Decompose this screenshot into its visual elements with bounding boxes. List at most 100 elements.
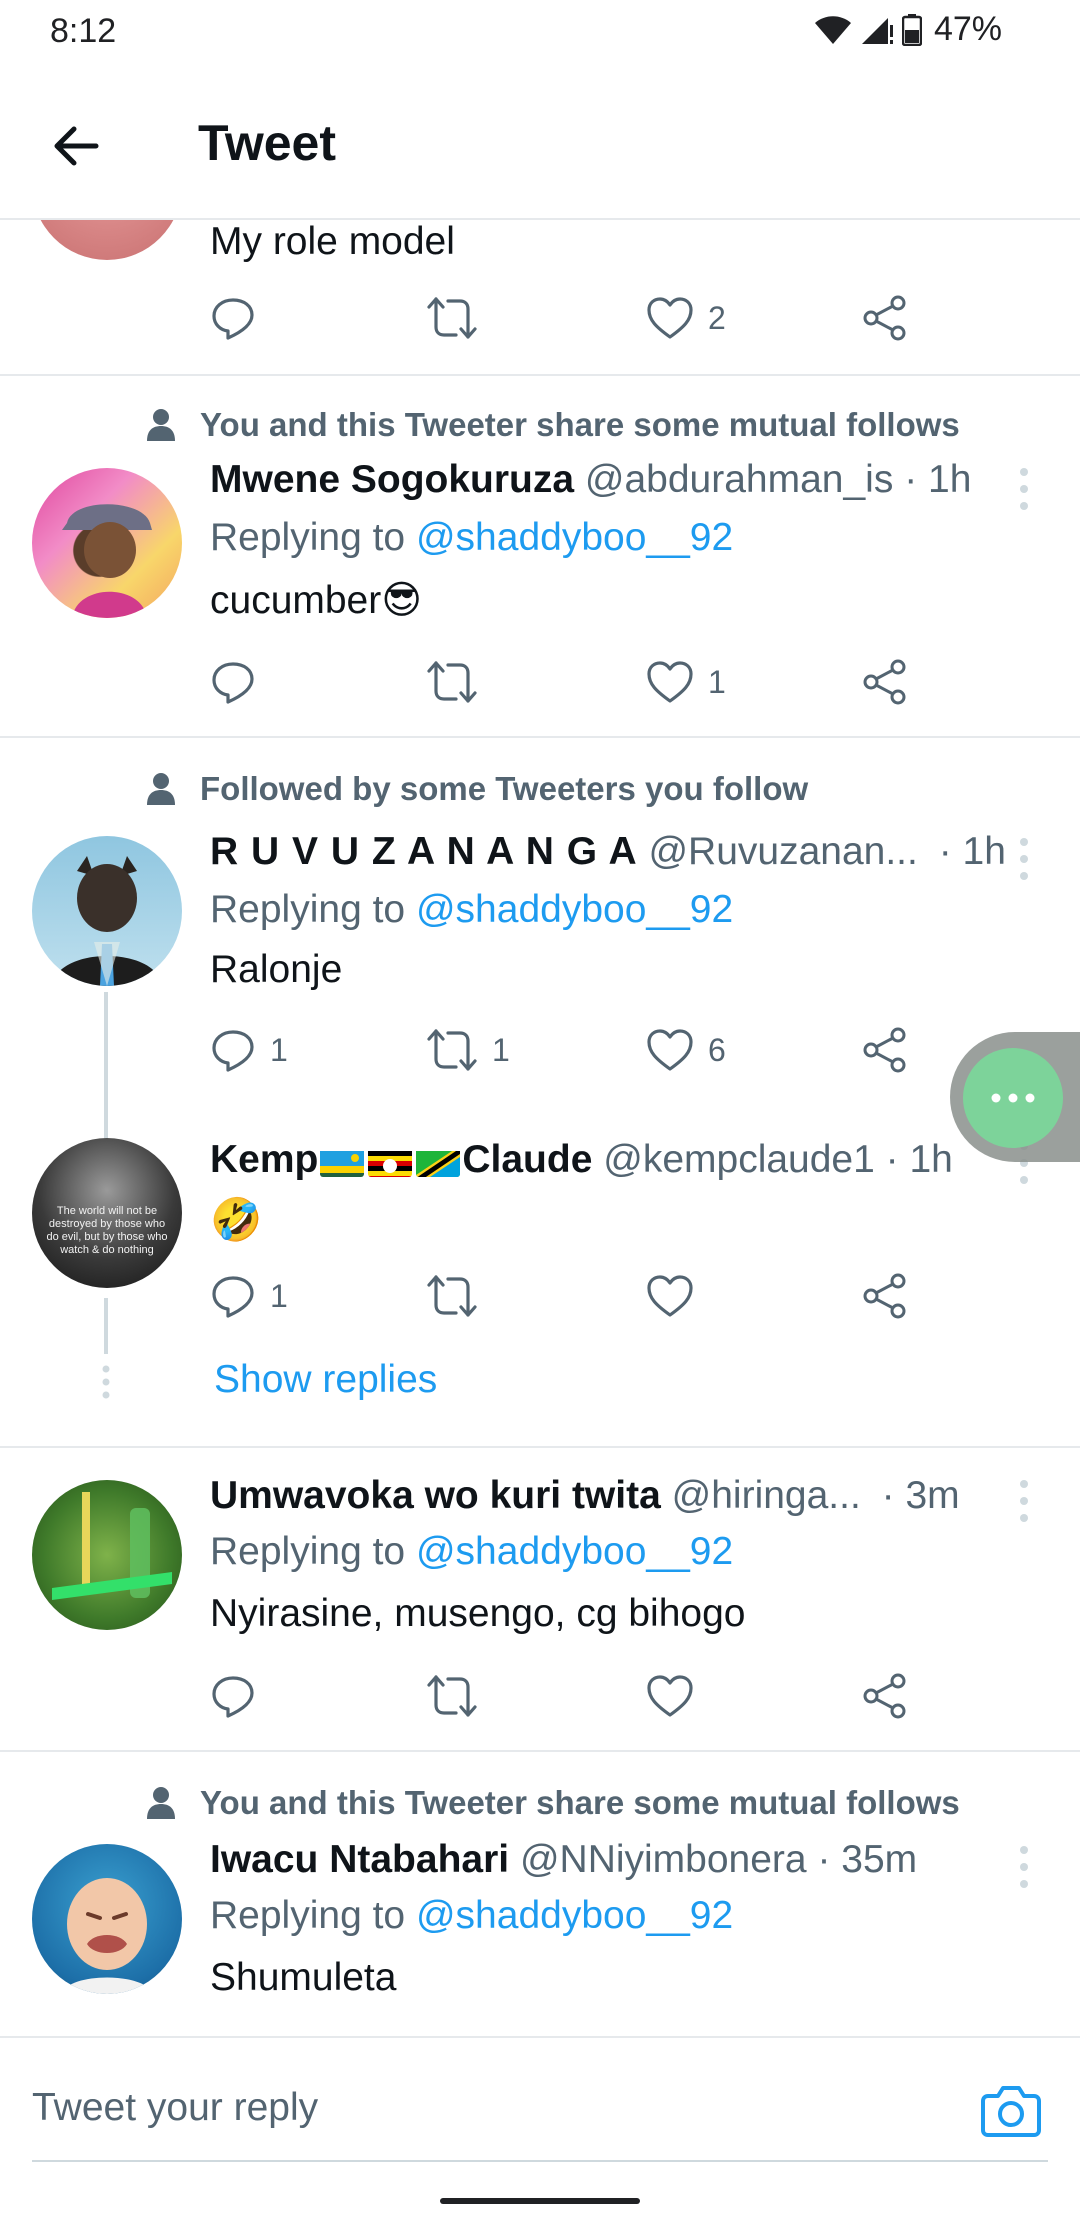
more-icon[interactable] [1012, 1842, 1036, 1892]
display-name[interactable]: Iwacu Ntabahari [210, 1838, 509, 1881]
show-replies-link[interactable]: Show replies [214, 1358, 437, 1402]
replying-prefix: Replying to [210, 1530, 406, 1573]
action-bar [0, 1666, 1080, 1726]
replying-prefix: Replying to [210, 1894, 406, 1937]
author-line: Mwene Sogokuruza @abdurahman_is · 1h [210, 458, 971, 502]
home-indicator[interactable] [440, 2198, 640, 2204]
avatar-quote: The world will not be destroyed by those… [46, 1205, 168, 1256]
retweet-icon [427, 661, 477, 703]
avatar[interactable] [32, 836, 182, 986]
tweet-text: Shumuleta [210, 1956, 397, 1999]
thread-dots-icon [102, 1365, 110, 1399]
retweet-count: 1 [492, 1031, 510, 1068]
cell-signal-icon [861, 17, 893, 44]
like-icon [647, 1275, 693, 1317]
display-name-part[interactable]: Kemp [210, 1138, 318, 1181]
input-underline [32, 2160, 1048, 2162]
handle[interactable]: @abdurahman_is [585, 458, 893, 501]
retweet-button[interactable] [426, 1266, 478, 1326]
avatar[interactable] [32, 220, 182, 260]
reply-button[interactable]: 1 [210, 1020, 288, 1080]
social-context: You and this Tweeter share some mutual f… [146, 406, 960, 444]
action-bar: 1 [0, 1266, 1080, 1326]
retweet-icon [427, 1275, 477, 1317]
retweet-button[interactable] [426, 288, 478, 348]
like-button[interactable] [646, 1266, 694, 1326]
divider [0, 1750, 1080, 1752]
retweet-icon [427, 297, 477, 339]
like-count: 6 [708, 1031, 726, 1068]
like-button[interactable]: 6 [646, 1020, 726, 1080]
status-bar: 8:12 47% [0, 0, 1080, 66]
status-time: 8:12 [50, 12, 117, 50]
battery-percent: 47% [933, 10, 1002, 48]
handle[interactable]: @NNiyimbonera [520, 1838, 807, 1881]
share-icon [863, 295, 906, 341]
wifi-icon [814, 15, 851, 44]
retweet-button[interactable] [426, 652, 478, 712]
reply-button[interactable] [210, 288, 256, 348]
display-name[interactable]: Umwavoka wo kuri twita [210, 1474, 661, 1517]
display-name-part[interactable]: Claude [462, 1138, 592, 1181]
like-button[interactable]: 2 [646, 288, 726, 348]
handle[interactable]: @kempclaude1 [603, 1138, 875, 1181]
share-button[interactable] [862, 288, 908, 348]
replying-to: Replying to @shaddyboo__92 [210, 516, 733, 560]
share-icon [863, 1673, 906, 1719]
app-header: Tweet [0, 66, 1080, 220]
camera-button[interactable] [980, 2082, 1042, 2138]
handle[interactable]: @hiringa... [672, 1474, 861, 1517]
display-name[interactable]: R U V U Z A N A N G A [210, 830, 638, 873]
timestamp: · 1h [904, 458, 972, 501]
social-context: You and this Tweeter share some mutual f… [146, 1784, 960, 1822]
person-icon [147, 773, 175, 805]
more-icon[interactable] [1012, 464, 1036, 514]
handle[interactable]: @Ruvuzanan... [648, 830, 917, 873]
tweet-text: My role model [210, 220, 455, 263]
like-button[interactable]: 1 [646, 652, 726, 712]
author-line: R U V U Z A N A N G A @Ruvuzanan... · 1h [210, 830, 1006, 874]
avatar[interactable] [32, 468, 182, 618]
avatar[interactable] [32, 1844, 182, 1994]
mention-link[interactable]: @shaddyboo__92 [416, 888, 733, 931]
social-context: Followed by some Tweeters you follow [146, 770, 808, 808]
retweet-button[interactable] [426, 1666, 478, 1726]
more-icon[interactable] [1012, 834, 1036, 884]
share-button[interactable] [862, 652, 908, 712]
like-icon [647, 1675, 693, 1717]
display-name[interactable]: Mwene Sogokuruza [210, 458, 574, 501]
camera-icon [981, 2086, 1041, 2137]
action-bar: 1 1 6 [0, 1020, 1080, 1080]
more-actions-button[interactable] [963, 1048, 1063, 1148]
like-icon [647, 1029, 693, 1071]
reply-input[interactable]: Tweet your reply [32, 2086, 318, 2130]
reply-feed[interactable]: My role model 2 You and this Tweeter sha… [0, 220, 1080, 2036]
like-count: 1 [708, 663, 726, 700]
avatar[interactable] [32, 1480, 182, 1630]
reply-button[interactable]: 1 [210, 1266, 288, 1326]
reply-composer: Tweet your reply [0, 2036, 1080, 2220]
tweet-text: Ralonje [210, 948, 343, 991]
tweet-text: Nyirasine, musengo, cg bihogo [210, 1592, 746, 1635]
social-context-label: You and this Tweeter share some mutual f… [200, 406, 960, 443]
retweet-button[interactable]: 1 [426, 1020, 510, 1080]
replying-prefix: Replying to [210, 516, 406, 559]
mention-link[interactable]: @shaddyboo__92 [416, 516, 733, 559]
share-button[interactable] [862, 1266, 908, 1326]
uganda-flag-icon [368, 1147, 413, 1177]
reply-button[interactable] [210, 1666, 256, 1726]
more-icon[interactable] [1012, 1476, 1036, 1526]
mention-link[interactable]: @shaddyboo__92 [416, 1530, 733, 1573]
share-icon [863, 659, 906, 705]
share-icon [863, 1273, 906, 1319]
share-button[interactable] [862, 1020, 908, 1080]
author-line: Umwavoka wo kuri twita @hiringa... · 3m [210, 1474, 960, 1518]
divider [0, 374, 1080, 376]
back-button[interactable] [46, 116, 106, 176]
reply-button[interactable] [210, 652, 256, 712]
author-line: Kemp Claude @kempclaude1 · 1h [210, 1138, 953, 1182]
share-button[interactable] [862, 1666, 908, 1726]
mention-link[interactable]: @shaddyboo__92 [416, 1894, 733, 1937]
back-arrow-icon [54, 126, 99, 166]
like-button[interactable] [646, 1666, 694, 1726]
